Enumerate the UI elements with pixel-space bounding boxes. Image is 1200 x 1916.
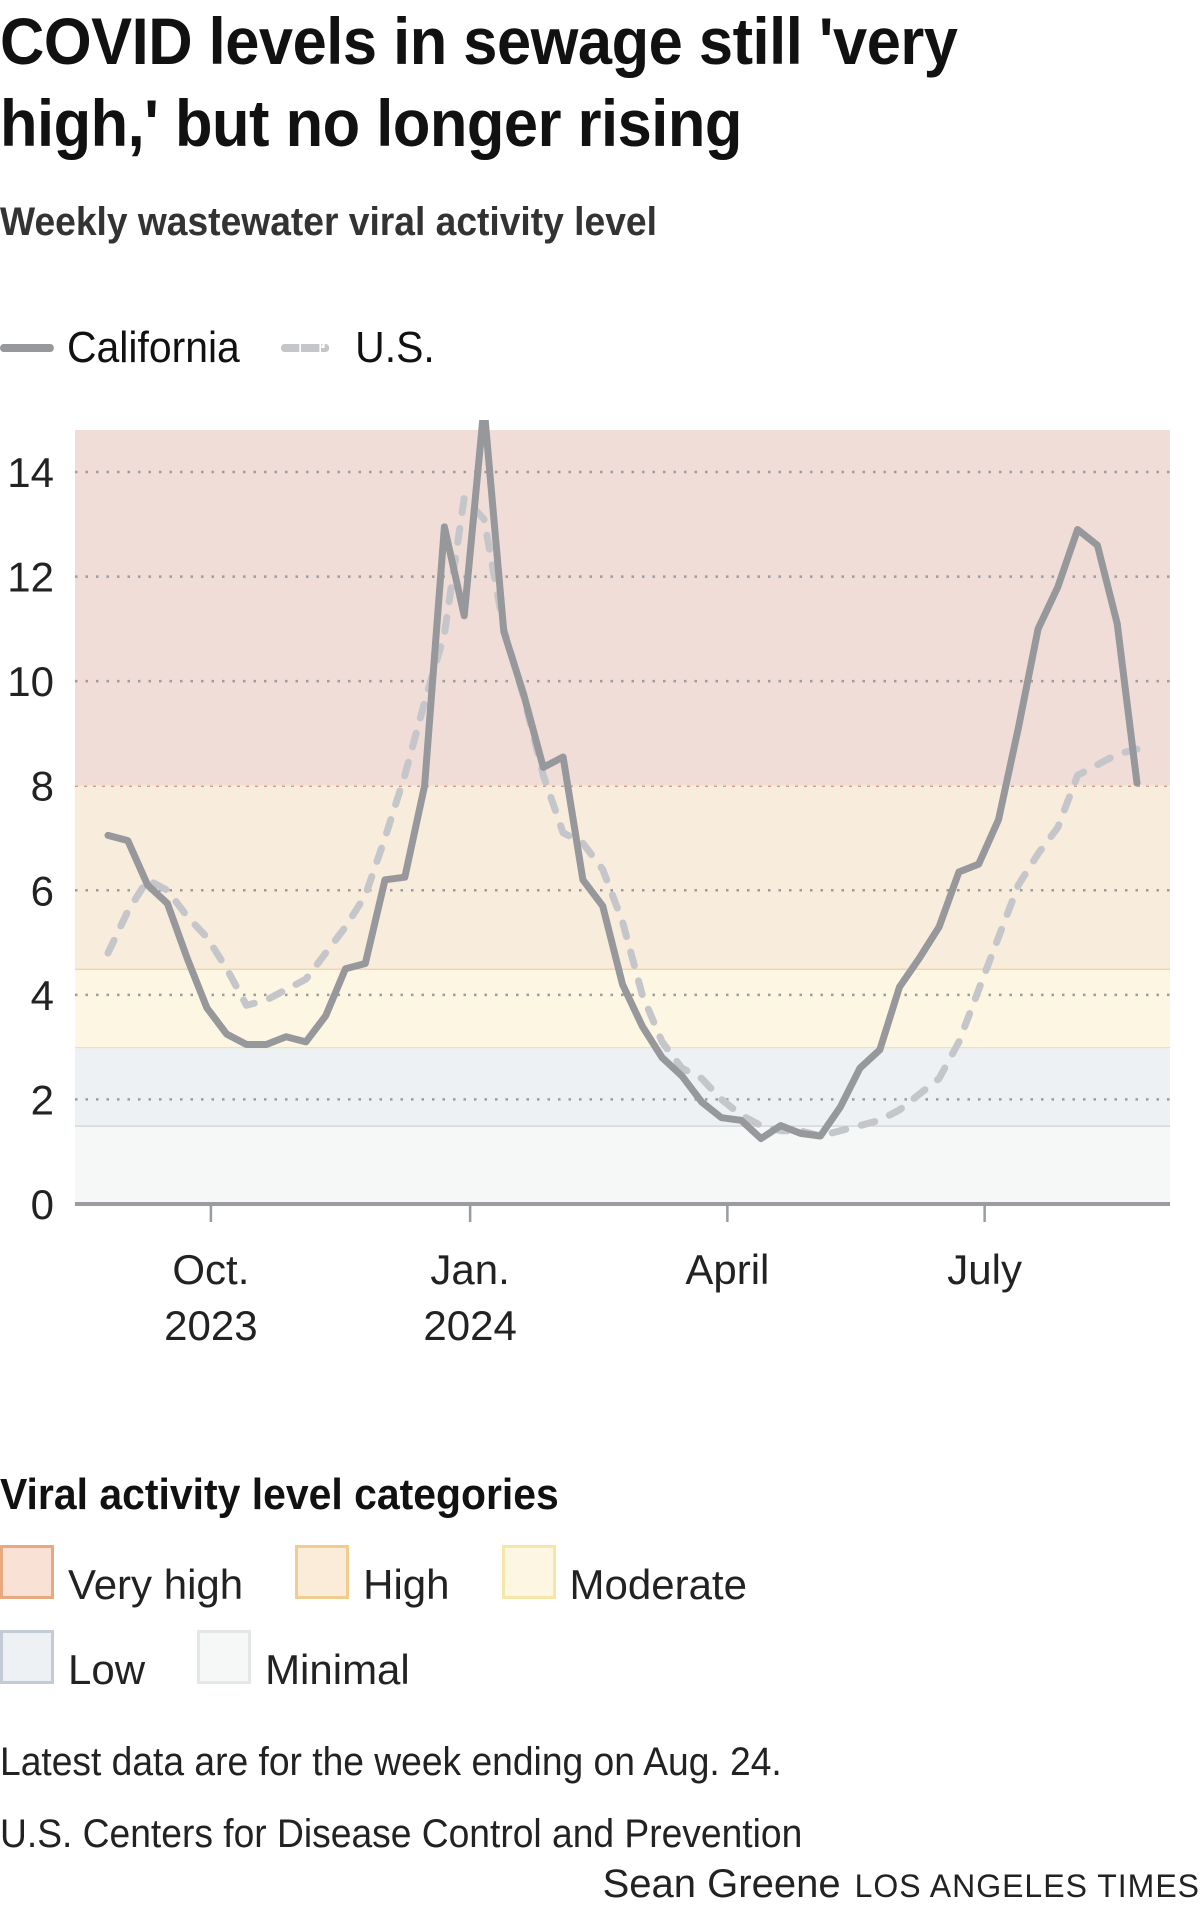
data-note: Latest data are for the week ending on A… (0, 1740, 782, 1784)
low-swatch-icon (0, 1630, 54, 1684)
us-dashed-swatch-icon (280, 344, 330, 352)
y-tick-label: 8 (31, 763, 54, 810)
y-tick-label: 10 (7, 658, 54, 705)
california-line-swatch-icon (0, 344, 54, 352)
category-moderate: Moderate (501, 1545, 747, 1609)
band-minimal (75, 1125, 1170, 1204)
band-high (75, 785, 1170, 969)
chart-title: COVID levels in sewage still 'very high,… (0, 0, 1116, 164)
x-tick-year-label: 2023 (164, 1302, 257, 1349)
legend-california: California (66, 323, 240, 372)
legend-us: U.S. (355, 323, 435, 372)
source-note: U.S. Centers for Disease Control and Pre… (0, 1812, 803, 1856)
chart-subtitle: Weekly wastewater viral activity level (0, 200, 657, 244)
y-tick-label: 14 (7, 449, 54, 496)
categories-title: Viral activity level categories (0, 1470, 559, 1519)
category-minimal: Minimal (197, 1630, 410, 1694)
y-tick-label: 0 (31, 1181, 54, 1228)
chart-title-line2: high,' but no longer rising (0, 86, 742, 160)
line-chart: 0 2 4 6 8 10 12 14 Oct. 2023 Jan. 2024 April July (7, 420, 1170, 1349)
x-tick-year-label: 2024 (423, 1302, 516, 1349)
x-axis: Oct. 2023 Jan. 2024 April July (75, 1202, 1170, 1349)
y-tick-label: 12 (7, 554, 54, 601)
very-high-swatch-icon (0, 1545, 54, 1599)
band-low (75, 1047, 1170, 1126)
categories-row-1: Very high High Moderate (0, 1545, 799, 1609)
minimal-swatch-icon (197, 1630, 252, 1684)
category-label: Very high (68, 1561, 244, 1608)
category-very-high: Very high (0, 1545, 243, 1609)
category-label: Minimal (265, 1646, 410, 1693)
category-label: High (363, 1561, 450, 1608)
y-axis: 0 2 4 6 8 10 12 14 (7, 449, 54, 1228)
category-low: Low (0, 1630, 145, 1694)
x-tick-label: April (685, 1246, 769, 1293)
y-tick-label: 2 (31, 1076, 54, 1123)
author: Sean Greene (602, 1862, 841, 1906)
x-tick-label: July (947, 1246, 1022, 1293)
band-very-high (75, 430, 1170, 786)
category-bands (75, 430, 1170, 1204)
moderate-swatch-icon (501, 1545, 556, 1599)
publisher-logo: LOS ANGELES TIMES (854, 1868, 1200, 1904)
category-label: Low (68, 1646, 146, 1693)
x-tick-label: Jan. (430, 1246, 509, 1293)
y-tick-label: 4 (31, 972, 54, 1019)
chart-title-line1: COVID levels in sewage still 'very (0, 4, 958, 78)
category-label: Moderate (569, 1561, 747, 1608)
high-swatch-icon (295, 1545, 350, 1599)
x-tick-label: Oct. (172, 1246, 249, 1293)
category-high: High (295, 1545, 450, 1609)
y-tick-label: 6 (31, 867, 54, 914)
credit-line: Sean Greene LOS ANGELES TIMES (603, 1862, 1200, 1907)
series-legend: California U.S. (0, 318, 435, 378)
categories-row-2: Low Minimal (0, 1630, 462, 1694)
